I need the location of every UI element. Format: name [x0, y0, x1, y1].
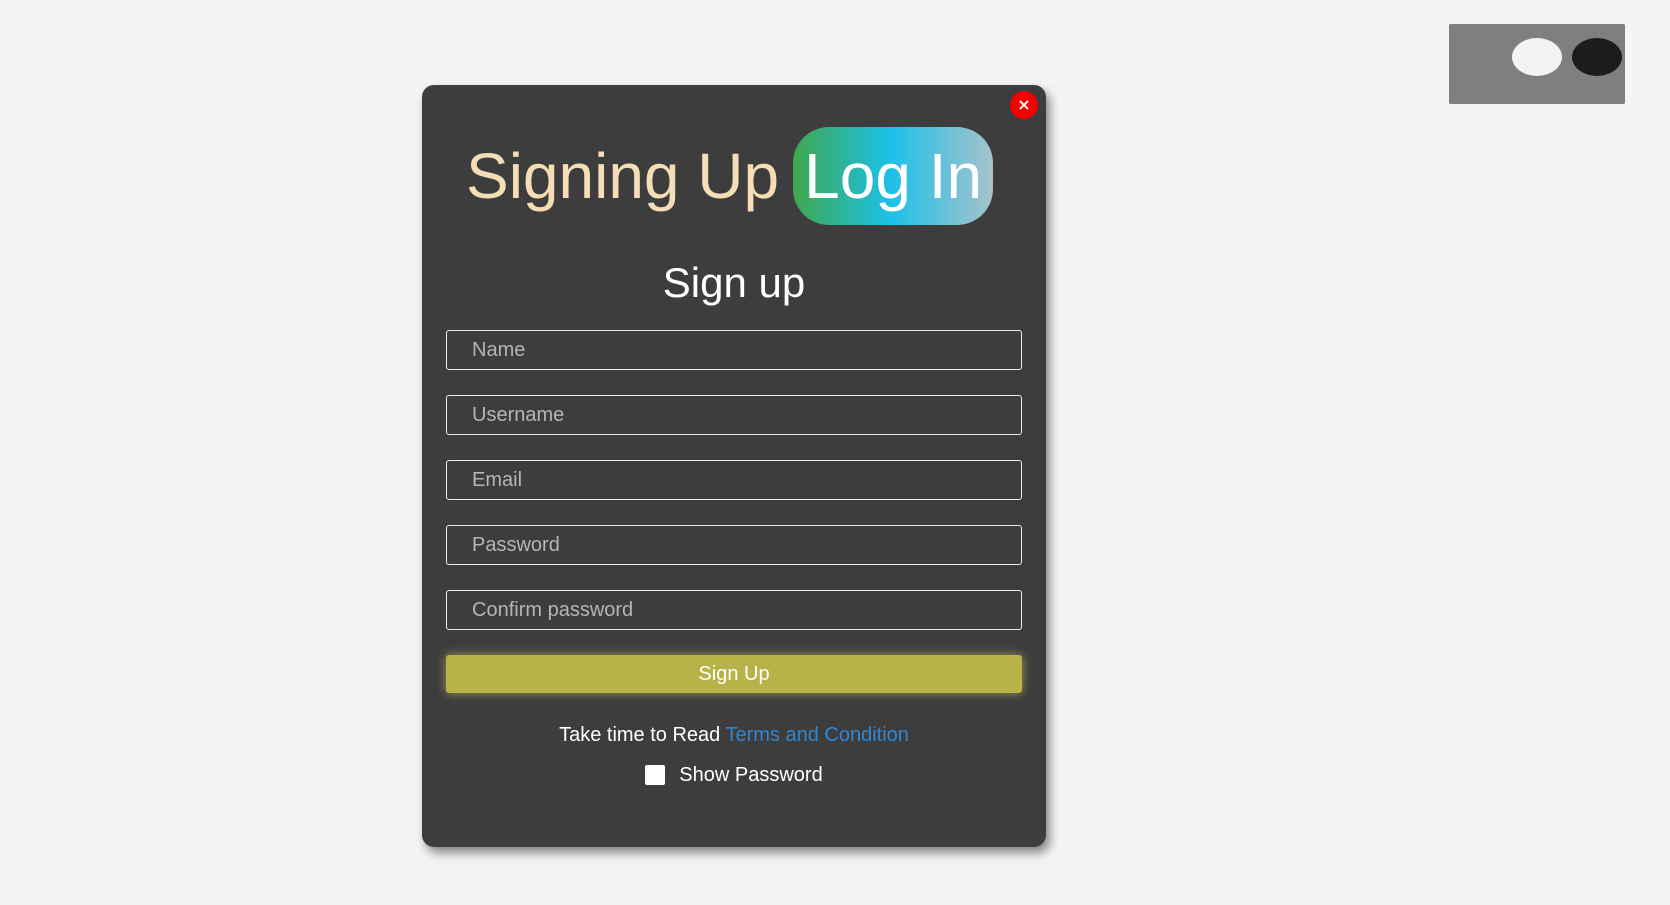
modal-header: Signing Up Log In: [466, 127, 994, 225]
terms-line: Take time to Read Terms and Condition: [422, 723, 1046, 747]
password-field[interactable]: [446, 525, 1022, 565]
username-field[interactable]: [446, 395, 1022, 435]
terms-prefix: Take time to Read: [559, 724, 726, 746]
show-password-row: Show Password: [422, 763, 1046, 787]
dark-mode-knob-icon[interactable]: [1572, 38, 1622, 76]
confirm-password-field[interactable]: [446, 590, 1022, 630]
signup-modal: × Signing Up Log In Sign up Sign Up Take…: [422, 85, 1046, 847]
show-password-label[interactable]: Show Password: [679, 763, 822, 787]
signup-submit-button[interactable]: Sign Up: [446, 655, 1022, 693]
light-mode-knob-icon[interactable]: [1512, 38, 1562, 76]
form-title: Sign up: [662, 259, 806, 306]
email-field[interactable]: [446, 460, 1022, 500]
name-field[interactable]: [446, 330, 1022, 370]
show-password-checkbox[interactable]: [645, 765, 666, 785]
login-switch-button[interactable]: Log In: [793, 127, 994, 225]
terms-link[interactable]: Terms and Condition: [725, 724, 908, 746]
close-icon[interactable]: ×: [1010, 91, 1038, 119]
header-title: Signing Up: [466, 140, 780, 212]
theme-toggle[interactable]: [1449, 24, 1625, 104]
